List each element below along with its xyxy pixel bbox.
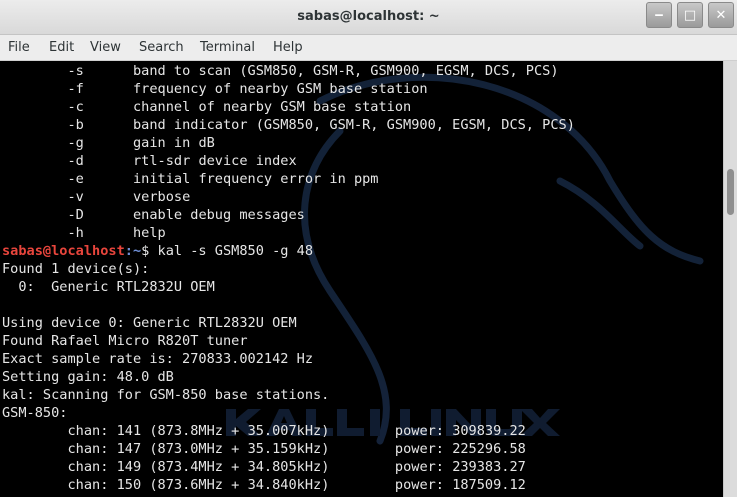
option-flag: -b (67, 117, 84, 133)
option-flag: -d (67, 153, 84, 169)
chan-power: 309839.22 (452, 423, 526, 439)
help-line: -g gain in dB (2, 134, 575, 152)
minimize-button[interactable]: ‒ (646, 2, 672, 28)
chan-offset: 35.007kHz (247, 423, 322, 439)
chan-freq: 873.0MHz (157, 441, 223, 457)
close-icon: ✕ (715, 7, 727, 23)
channel-line: chan: 149 (873.4MHz + 34.805kHz) power: … (2, 459, 526, 475)
window-title: sabas@localhost: ~ (297, 9, 440, 24)
output-line: GSM-850: (2, 405, 68, 421)
terminal-window: sabas@localhost: ~ ‒ □ ✕ File Edit View … (0, 0, 737, 497)
help-line: -v verbose (2, 188, 575, 206)
prompt-path: :~ (124, 243, 142, 259)
chan-offset: 35.159kHz (247, 441, 322, 457)
chan-number: 147 (116, 441, 142, 457)
chan-number: 149 (116, 459, 142, 475)
channel-line: chan: 147 (873.0MHz + 35.159kHz) power: … (2, 441, 526, 457)
option-flag: -h (67, 225, 84, 241)
help-line: -f frequency of nearby GSM base station (2, 80, 575, 98)
help-line: -e initial frequency error in ppm (2, 170, 575, 188)
menu-bar: File Edit View Search Terminal Help (0, 35, 737, 61)
output-line: Exact sample rate is: 270833.002142 Hz (2, 351, 313, 367)
help-line: -s band to scan (GSM850, GSM-R, GSM900, … (2, 62, 575, 80)
output-line: 0: Generic RTL2832U OEM (2, 279, 215, 295)
prompt-command: kal -s GSM850 -g 48 (157, 243, 314, 259)
option-desc: channel of nearby GSM base station (132, 99, 412, 115)
vertical-scrollbar[interactable] (723, 61, 737, 497)
option-desc: band indicator (GSM850, GSM-R, GSM900, E… (132, 117, 575, 133)
menu-view[interactable]: View (90, 40, 121, 55)
option-desc: rtl-sdr device index (132, 153, 297, 169)
help-line: -b band indicator (GSM850, GSM-R, GSM900… (2, 116, 575, 134)
prompt-line: sabas@localhost:~$ kal -s GSM850 -g 48 (2, 242, 575, 260)
menu-edit[interactable]: Edit (49, 40, 74, 55)
option-desc: initial frequency error in ppm (132, 171, 379, 187)
minimize-icon: ‒ (654, 7, 664, 23)
menu-help[interactable]: Help (273, 40, 303, 55)
maximize-button[interactable]: □ (677, 2, 703, 28)
chan-offset: 34.840kHz (247, 477, 322, 493)
menu-search[interactable]: Search (139, 40, 184, 55)
scrollbar-thumb[interactable] (727, 169, 734, 215)
terminal-area[interactable]: -s band to scan (GSM850, GSM-R, GSM900, … (0, 61, 723, 497)
help-line: -d rtl-sdr device index (2, 152, 575, 170)
help-line: -D enable debug messages (2, 206, 575, 224)
option-flag: -D (67, 207, 84, 223)
menu-terminal[interactable]: Terminal (200, 40, 255, 55)
option-desc: enable debug messages (132, 207, 305, 223)
chan-power: 239383.27 (452, 459, 526, 475)
output-line: Found 1 device(s): (2, 261, 150, 277)
close-button[interactable]: ✕ (708, 2, 734, 28)
output-line: kal: Scanning for GSM-850 base stations. (2, 387, 330, 403)
option-desc: gain in dB (132, 135, 215, 151)
chan-number: 150 (116, 477, 142, 493)
option-flag: -e (67, 171, 84, 187)
help-line: -h help (2, 224, 575, 242)
menu-file[interactable]: File (8, 40, 30, 55)
prompt-user-host: sabas@localhost (2, 243, 125, 259)
terminal-output: -s band to scan (GSM850, GSM-R, GSM900, … (2, 62, 575, 494)
channel-line: chan: 141 (873.8MHz + 35.007kHz) power: … (2, 423, 526, 439)
chan-freq: 873.4MHz (157, 459, 223, 475)
option-flag: -s (67, 63, 84, 79)
output-line: Setting gain: 48.0 dB (2, 369, 174, 385)
chan-freq: 873.6MHz (157, 477, 223, 493)
chan-power: 187509.12 (452, 477, 526, 493)
option-flag: -v (67, 189, 84, 205)
chan-offset: 34.805kHz (247, 459, 322, 475)
chan-power: 225296.58 (452, 441, 526, 457)
title-bar[interactable]: sabas@localhost: ~ ‒ □ ✕ (0, 0, 737, 35)
chan-freq: 873.8MHz (157, 423, 223, 439)
option-desc: help (132, 225, 166, 241)
output-line: Using device 0: Generic RTL2832U OEM (2, 315, 297, 331)
option-flag: -c (67, 99, 84, 115)
option-desc: frequency of nearby GSM base station (132, 81, 428, 97)
prompt-symbol: $ (141, 243, 150, 259)
option-flag: -g (67, 135, 84, 151)
channel-line: chan: 150 (873.6MHz + 34.840kHz) power: … (2, 477, 526, 493)
option-desc: verbose (132, 189, 191, 205)
help-line: -c channel of nearby GSM base station (2, 98, 575, 116)
output-line: Found Rafael Micro R820T tuner (2, 333, 248, 349)
option-desc: band to scan (GSM850, GSM-R, GSM900, EGS… (132, 63, 559, 79)
option-flag: -f (67, 81, 84, 97)
maximize-icon: □ (683, 7, 697, 23)
chan-number: 141 (116, 423, 142, 439)
